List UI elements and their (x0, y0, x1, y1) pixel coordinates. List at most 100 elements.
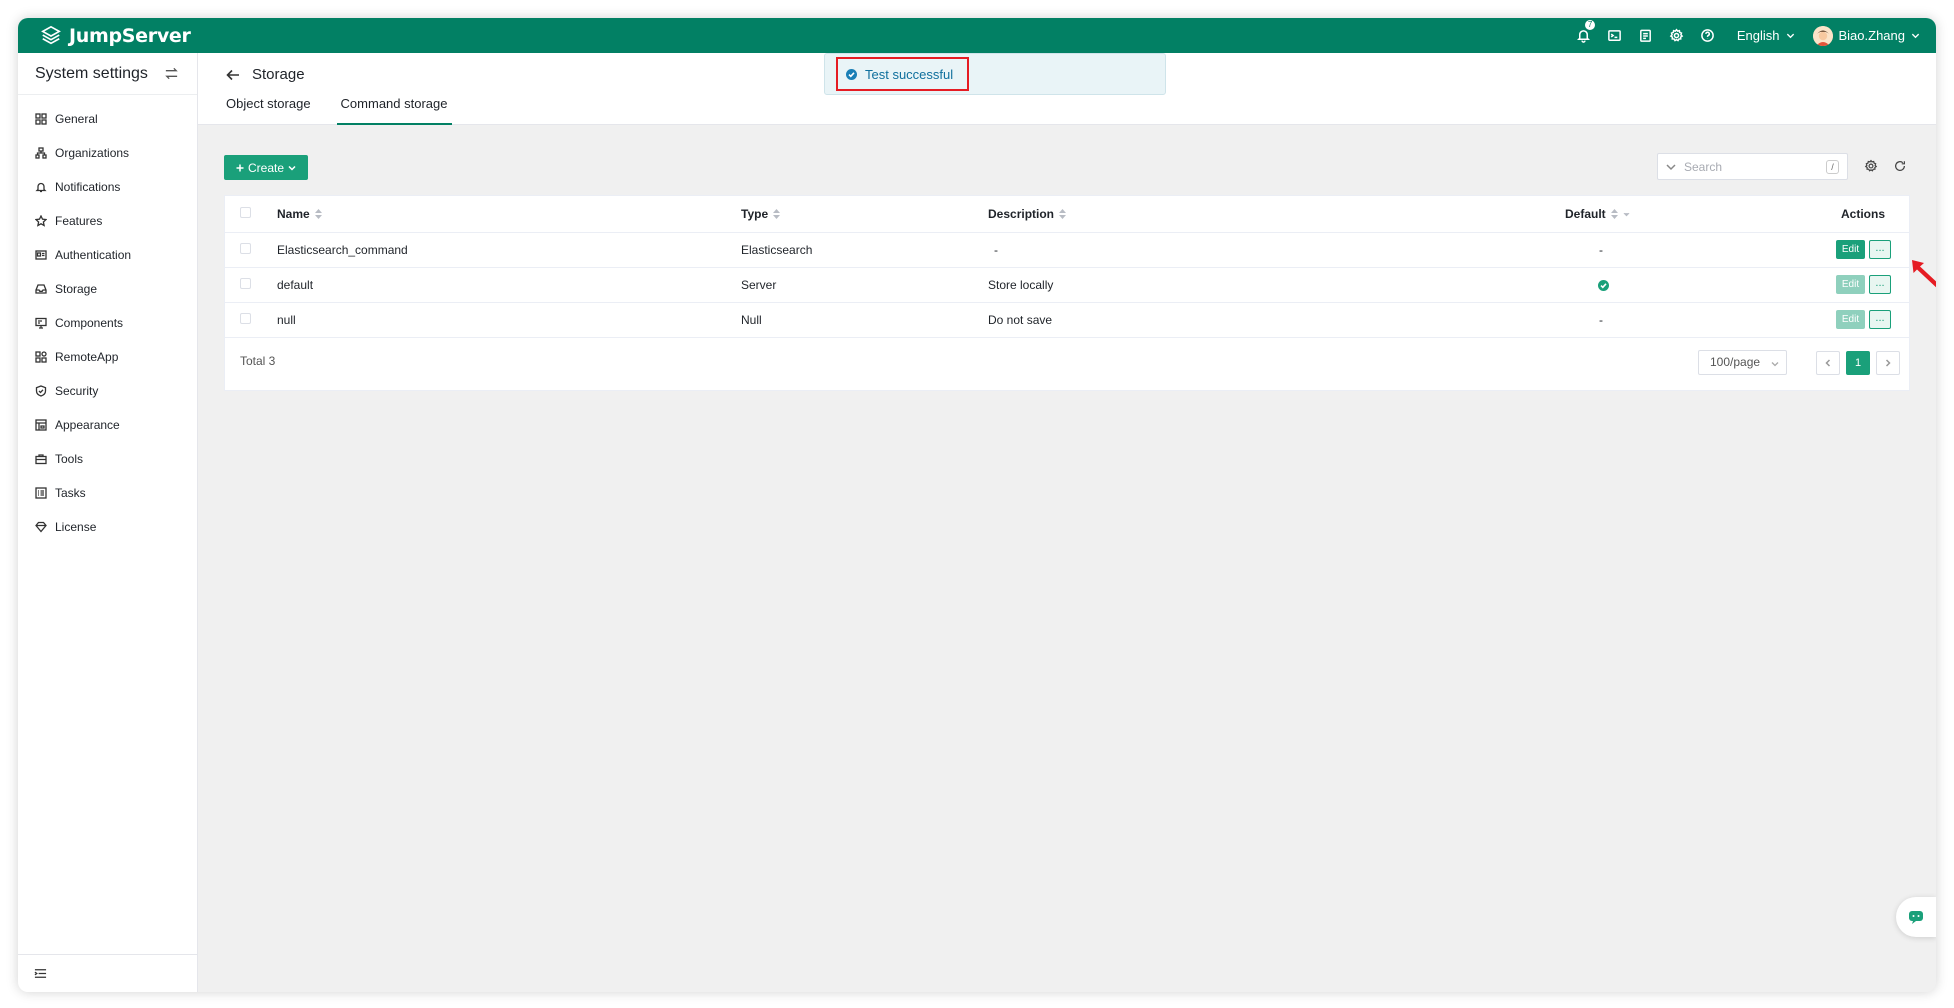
palette-icon (35, 419, 47, 431)
refresh-button[interactable] (1893, 159, 1908, 174)
more-actions-button[interactable]: ... (1869, 240, 1891, 259)
search-placeholder: Search (1684, 159, 1723, 174)
column-type[interactable]: Type (741, 196, 988, 233)
user-menu[interactable]: Biao.Zhang (1812, 25, 1921, 46)
table-settings-button[interactable] (1864, 159, 1879, 174)
table-header-row: Name Type Description Default Actions (225, 196, 1909, 233)
cell-name[interactable]: null (277, 302, 741, 338)
sort-icon (1059, 208, 1067, 219)
tickets-button[interactable] (1630, 18, 1661, 53)
column-default[interactable]: Default (1565, 196, 1695, 233)
cell-default: - (1565, 232, 1695, 268)
table-row[interactable]: null Null Do not save - Edit... (225, 302, 1909, 338)
page-size-select[interactable]: 100/page (1698, 350, 1787, 375)
sidebar-item-label: General (55, 112, 98, 126)
edit-button[interactable]: Edit (1836, 240, 1865, 259)
search-input[interactable]: Search / (1657, 153, 1848, 180)
collapse-menu-icon[interactable] (34, 967, 47, 980)
diamond-icon (35, 521, 47, 533)
sidebar-item-features[interactable]: Features (18, 204, 197, 238)
sidebar-item-notifications[interactable]: Notifications (18, 170, 197, 204)
sidebar-item-general[interactable]: General (18, 102, 197, 136)
table-row[interactable]: Elasticsearch_command Elasticsearch - - … (225, 232, 1909, 268)
sidebar-item-label: Components (55, 316, 124, 330)
sort-icon (773, 208, 781, 219)
chat-widget-button[interactable] (1896, 897, 1936, 937)
edit-button[interactable]: Edit (1836, 275, 1865, 294)
sidebar-item-license[interactable]: License (18, 510, 197, 544)
edit-button[interactable]: Edit (1836, 310, 1865, 329)
filter-icon[interactable] (1623, 209, 1630, 219)
sidebar-item-label: Authentication (55, 248, 132, 262)
cell-default (1565, 267, 1695, 303)
sidebar-item-organizations[interactable]: Organizations (18, 136, 197, 170)
sidebar-item-tools[interactable]: Tools (18, 442, 197, 476)
help-circle-icon (1700, 29, 1714, 42)
sidebar-item-security[interactable]: Security (18, 374, 197, 408)
toast-notification: Test successful (824, 53, 1166, 95)
select-all-checkbox[interactable] (240, 206, 251, 218)
page-number-button[interactable]: 1 (1846, 351, 1870, 375)
column-description[interactable]: Description (988, 196, 1565, 233)
cell-actions: Edit... (1695, 232, 1909, 268)
list-icon (35, 487, 47, 499)
cell-name[interactable]: Elasticsearch_command (277, 232, 741, 268)
create-button[interactable]: Create (224, 155, 308, 180)
main-content: Storage Object storage Command storage C… (198, 53, 1936, 992)
storage-table-card: Name Type Description Default Actions El… (224, 195, 1910, 391)
sidebar-item-label: Notifications (55, 180, 121, 194)
row-checkbox[interactable] (240, 242, 251, 254)
prev-page-button[interactable] (1816, 351, 1840, 375)
more-actions-button[interactable]: ... (1869, 310, 1891, 329)
shield-icon (35, 385, 47, 397)
more-actions-button[interactable]: ... (1869, 275, 1891, 294)
switch-view-icon[interactable] (164, 66, 179, 81)
cell-description: Store locally (988, 267, 1565, 303)
sidebar-item-remoteapp[interactable]: RemoteApp (18, 340, 197, 374)
row-checkbox[interactable] (240, 312, 251, 324)
back-arrow-icon[interactable] (226, 68, 240, 82)
cell-type: Null (741, 302, 988, 338)
sidebar-item-storage[interactable]: Storage (18, 272, 197, 306)
breadcrumb: Storage (226, 66, 305, 83)
tab-object-storage[interactable]: Object storage (226, 96, 311, 125)
web-terminal-button[interactable] (1599, 18, 1630, 53)
sidebar-title: System settings (35, 64, 148, 82)
next-page-button[interactable] (1876, 351, 1900, 375)
cell-description: - (988, 232, 1565, 268)
language-selector[interactable]: English (1737, 28, 1795, 43)
top-header: JumpServer 7 English Biao.Zhang (18, 18, 1936, 53)
avatar (1812, 25, 1833, 46)
jumpserver-logo-icon (41, 25, 61, 44)
sidebar-item-label: License (55, 520, 97, 534)
sidebar-item-tasks[interactable]: Tasks (18, 476, 197, 510)
row-checkbox[interactable] (240, 277, 251, 289)
chevron-left-icon (1825, 359, 1831, 367)
toast-message-highlight: Test successful (836, 57, 969, 91)
inbox-icon (35, 284, 47, 294)
help-button[interactable] (1692, 18, 1723, 53)
sidebar-item-label: Storage (55, 282, 98, 296)
chevron-down-icon (1771, 362, 1779, 367)
cell-description: Do not save (988, 302, 1565, 338)
gear-icon (1669, 28, 1684, 42)
search-shortcut-key: / (1826, 160, 1839, 174)
app-window: JumpServer 7 English Biao.Zhang System s… (18, 18, 1936, 992)
tab-command-storage[interactable]: Command storage (336, 96, 452, 125)
column-name[interactable]: Name (277, 196, 741, 233)
notifications-button[interactable]: 7 (1568, 18, 1599, 53)
sidebar-item-appearance[interactable]: Appearance (18, 408, 197, 442)
settings-button[interactable] (1661, 18, 1692, 53)
gear-icon (1864, 159, 1878, 172)
sidebar-item-label: Tasks (55, 486, 86, 500)
cell-name[interactable]: default (277, 267, 741, 303)
sidebar-item-authentication[interactable]: Authentication (18, 238, 197, 272)
sidebar-header: System settings (18, 53, 197, 95)
table-row[interactable]: default Server Store locally Edit... (225, 267, 1909, 303)
notification-badge: 7 (1583, 19, 1597, 31)
chevron-down-icon (1666, 163, 1676, 170)
storage-tabs: Object storage Command storage (226, 96, 452, 125)
sidebar-item-components[interactable]: Components (18, 306, 197, 340)
star-icon (35, 215, 47, 227)
logo[interactable]: JumpServer (18, 25, 191, 47)
